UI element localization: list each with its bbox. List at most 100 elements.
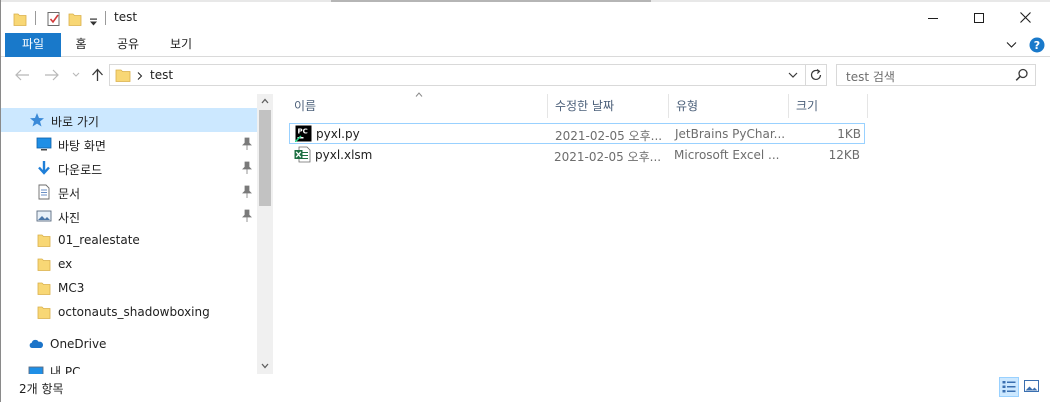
nav-downloads[interactable]: 다운로드 xyxy=(1,156,257,180)
back-arrow-icon[interactable] xyxy=(15,69,30,81)
folder-icon xyxy=(37,306,51,319)
refresh-icon[interactable] xyxy=(809,68,823,82)
pictures-icon xyxy=(36,210,52,222)
ribbon-tabs: 파일 홈 공유 보기 ? xyxy=(1,33,1050,57)
folder-icon xyxy=(115,69,131,82)
folder-icon xyxy=(37,282,51,295)
folder-icon xyxy=(37,258,51,271)
expand-ribbon-chevron-icon[interactable] xyxy=(1006,41,1017,49)
nav-label-documents: 문서 xyxy=(58,187,81,201)
file-list: 이름 수정한 날짜 유형 크기 PC pyxl.py 2021-02-05 오후… xyxy=(273,92,1050,374)
file-name[interactable]: pyxl.xlsm xyxy=(315,148,372,162)
nav-folder-01-realestate[interactable]: 01_realestate xyxy=(1,228,257,252)
forward-arrow-icon[interactable] xyxy=(44,69,59,81)
pycharm-file-icon: PC xyxy=(295,125,312,142)
breadcrumb-test[interactable]: test xyxy=(150,68,173,82)
title-bar: test xyxy=(1,2,1050,33)
nav-label-quick-access: 바로 가기 xyxy=(51,115,99,129)
nav-scrollbar-thumb[interactable] xyxy=(259,110,271,206)
properties-checkmark-icon[interactable] xyxy=(46,11,62,27)
svg-text:PC: PC xyxy=(298,128,308,136)
customize-qa-dropdown-icon[interactable] xyxy=(89,15,98,31)
large-icons-view-icon xyxy=(1024,380,1039,392)
pin-icon[interactable] xyxy=(241,161,253,175)
file-type: JetBrains PyChar... xyxy=(675,127,786,141)
nav-folder-ex[interactable]: ex xyxy=(1,252,257,276)
file-type: Microsoft Excel ... xyxy=(674,148,780,162)
file-size: 12KB xyxy=(828,148,860,162)
title-separator xyxy=(105,11,106,25)
file-row-pyxl-py[interactable]: PC pyxl.py 2021-02-05 오후... JetBrains Py… xyxy=(289,123,865,144)
address-bar[interactable]: test xyxy=(109,64,827,86)
file-name[interactable]: pyxl.py xyxy=(316,127,360,141)
onedrive-cloud-icon xyxy=(29,339,44,348)
pin-icon[interactable] xyxy=(241,137,253,151)
scroll-up-arrow-icon[interactable] xyxy=(261,98,269,104)
computer-icon xyxy=(28,366,44,374)
address-row: test test 검색 xyxy=(1,57,1050,94)
svg-text:?: ? xyxy=(1034,39,1040,52)
up-arrow-icon[interactable] xyxy=(91,68,104,82)
file-row-pyxl-xlsm[interactable]: pyxl.xlsm 2021-02-05 오후... Microsoft Exc… xyxy=(289,145,865,166)
column-header-name[interactable]: 이름 xyxy=(287,94,547,118)
column-separator[interactable] xyxy=(867,94,868,118)
close-icon xyxy=(1019,12,1031,23)
nav-label-onedrive: OneDrive xyxy=(50,337,107,351)
nav-documents[interactable]: 문서 xyxy=(1,180,257,204)
star-icon xyxy=(30,113,44,127)
download-arrow-icon xyxy=(38,161,50,175)
window-title: test xyxy=(114,10,138,24)
desktop-icon xyxy=(36,137,52,151)
close-button[interactable] xyxy=(1002,2,1048,33)
column-header-date[interactable]: 수정한 날짜 xyxy=(548,94,668,118)
navigation-pane: 바로 가기 바탕 화면 다운로드 문서 사진 01_realestate ex … xyxy=(1,94,273,374)
scroll-down-arrow-icon[interactable] xyxy=(261,363,269,369)
recent-locations-chevron-icon[interactable] xyxy=(72,72,80,78)
nav-label-pictures: 사진 xyxy=(58,211,81,225)
nav-folder-octonauts[interactable]: octonauts_shadowboxing xyxy=(1,300,257,324)
minimize-button[interactable] xyxy=(910,2,956,33)
nav-label-folder: MC3 xyxy=(58,281,85,295)
nav-label-this-pc: 내 PC xyxy=(50,365,81,374)
details-view-icon xyxy=(1002,381,1016,393)
nav-onedrive[interactable]: OneDrive xyxy=(1,332,257,356)
document-icon xyxy=(38,184,50,200)
qa-separator xyxy=(35,11,36,25)
nav-pictures[interactable]: 사진 xyxy=(1,204,257,228)
excel-file-icon xyxy=(294,146,311,163)
folder-icon xyxy=(37,234,51,247)
search-input-placeholder[interactable]: test 검색 xyxy=(846,68,895,85)
nav-folder-mc3[interactable]: MC3 xyxy=(1,276,257,300)
large-icons-view-button[interactable] xyxy=(1022,377,1042,397)
nav-desktop[interactable]: 바탕 화면 xyxy=(1,132,257,156)
file-size: 1KB xyxy=(837,127,861,141)
pin-icon[interactable] xyxy=(241,209,253,223)
file-date: 2021-02-05 오후... xyxy=(555,129,663,143)
folder-icon[interactable] xyxy=(13,11,27,27)
tab-home[interactable]: 홈 xyxy=(67,33,95,57)
address-divider xyxy=(805,65,806,85)
nav-this-pc[interactable]: 내 PC xyxy=(1,364,257,374)
tab-view[interactable]: 보기 xyxy=(161,33,201,57)
maximize-icon xyxy=(974,12,984,23)
nav-scrollbar[interactable] xyxy=(257,94,273,374)
search-icon[interactable] xyxy=(1015,68,1029,82)
status-bar: 2개 항목 xyxy=(1,374,1050,402)
item-count: 2개 항목 xyxy=(19,382,64,396)
breadcrumb-chevron-icon[interactable] xyxy=(137,72,143,80)
nav-label-folder: ex xyxy=(58,257,73,271)
search-box[interactable]: test 검색 xyxy=(836,64,1036,86)
address-dropdown-icon[interactable] xyxy=(788,72,798,79)
pin-icon[interactable] xyxy=(241,185,253,199)
column-header-size[interactable]: 크기 xyxy=(789,94,867,118)
new-folder-icon[interactable] xyxy=(68,11,82,27)
tab-file[interactable]: 파일 xyxy=(5,33,61,57)
tab-share[interactable]: 공유 xyxy=(107,33,149,57)
details-view-button[interactable] xyxy=(999,377,1019,397)
help-icon[interactable]: ? xyxy=(1029,37,1045,53)
file-date: 2021-02-05 오후... xyxy=(554,150,662,164)
column-header-type[interactable]: 유형 xyxy=(669,94,789,118)
nav-quick-access[interactable]: 바로 가기 xyxy=(1,108,257,132)
nav-label-desktop: 바탕 화면 xyxy=(58,139,106,153)
maximize-button[interactable] xyxy=(956,2,1002,33)
